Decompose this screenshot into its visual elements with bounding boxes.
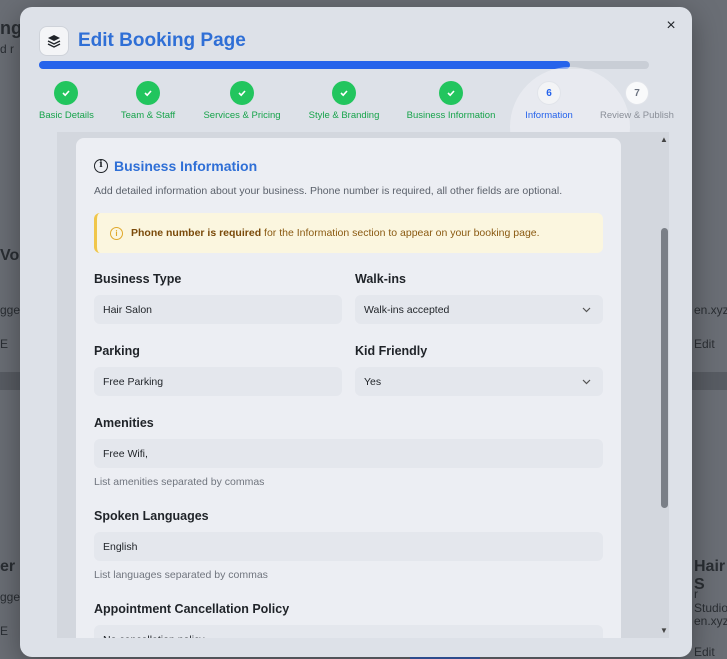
kid-friendly-label: Kid Friendly: [355, 344, 428, 358]
chevron-down-icon: [582, 377, 591, 387]
bg-card-url-fragment: en.xyz/: [694, 303, 727, 317]
warning-icon: i: [110, 226, 123, 240]
step-label: Review & Publish: [600, 110, 674, 121]
amenities-input[interactable]: Free Wifi,: [94, 439, 603, 468]
walk-ins-value: Walk-ins accepted: [364, 303, 450, 316]
step-services-pricing[interactable]: Services & Pricing: [203, 81, 281, 121]
cancellation-policy-input[interactable]: No cancellation policy: [94, 625, 603, 638]
walk-ins-label: Walk-ins: [355, 272, 406, 286]
parking-input[interactable]: Free Parking: [94, 367, 342, 396]
scroll-up-icon[interactable]: ▲: [660, 135, 668, 144]
business-information-card: i Business Information Add detailed info…: [76, 138, 621, 638]
check-icon: [230, 81, 254, 105]
spoken-languages-input[interactable]: English: [94, 532, 603, 561]
layers-icon: [39, 26, 69, 56]
bg-card-url-fragment: en.xyz/: [694, 614, 727, 628]
business-type-label: Business Type: [94, 272, 182, 286]
bg-card-title-fragment: er: [0, 558, 16, 575]
check-icon: [439, 81, 463, 105]
check-icon: [332, 81, 356, 105]
check-icon: [54, 81, 78, 105]
notice-rest: for the Information section to appear on…: [261, 227, 540, 239]
step-label: Services & Pricing: [203, 110, 281, 121]
section-title: i Business Information: [94, 158, 257, 174]
phone-required-notice: i Phone number is required for the Infor…: [94, 213, 603, 253]
modal-scroll-area[interactable]: i Business Information Add detailed info…: [57, 132, 669, 638]
walk-ins-select[interactable]: Walk-ins accepted: [355, 295, 603, 324]
close-icon[interactable]: ×: [662, 17, 680, 35]
scroll-thumb[interactable]: [661, 228, 668, 508]
step-style-branding[interactable]: Style & Branding: [308, 81, 380, 121]
modal-title: Edit Booking Page: [78, 30, 246, 51]
bg-card-url-fragment: gge: [0, 303, 21, 317]
notice-bold: Phone number is required: [131, 227, 262, 239]
info-icon: i: [94, 159, 108, 173]
bg-title-fragment: ng: [0, 18, 22, 38]
amenities-helper: List amenities separated by commas: [94, 476, 265, 488]
chevron-down-icon: [582, 305, 591, 315]
step-label: Business Information: [406, 110, 496, 121]
step-review-publish[interactable]: 7 Review & Publish: [600, 81, 674, 121]
spoken-languages-helper: List languages separated by commas: [94, 569, 268, 581]
bg-subtitle-fragment: d r: [0, 42, 15, 56]
cancellation-policy-label: Appointment Cancellation Policy: [94, 602, 290, 616]
step-label: Information: [525, 110, 573, 121]
scroll-down-icon[interactable]: ▼: [660, 626, 668, 635]
section-description: Add detailed information about your busi…: [94, 185, 563, 197]
bg-edit-link: Edit: [694, 645, 715, 659]
bg-edit-fragment: E: [0, 337, 9, 351]
stepper: Basic Details Team & Staff Services & Pr…: [20, 67, 692, 187]
progress-fill: [39, 61, 570, 69]
business-type-input[interactable]: Hair Salon: [94, 295, 342, 324]
kid-friendly-select[interactable]: Yes: [355, 367, 603, 396]
step-basic-details[interactable]: Basic Details: [39, 81, 94, 121]
spoken-languages-label: Spoken Languages: [94, 509, 209, 523]
parking-label: Parking: [94, 344, 140, 358]
scrollbar[interactable]: ▲ ▼: [657, 132, 671, 638]
edit-booking-modal: × Edit Booking Page Basic Details Team &…: [20, 7, 692, 657]
step-information[interactable]: 6 Information: [520, 81, 578, 121]
bg-card-url-fragment: gge: [0, 590, 21, 604]
step-team-staff[interactable]: Team & Staff: [120, 81, 176, 121]
amenities-label: Amenities: [94, 416, 154, 430]
step-number: 6: [537, 81, 561, 105]
check-icon: [136, 81, 160, 105]
step-business-information[interactable]: Business Information: [406, 81, 496, 121]
step-label: Basic Details: [39, 110, 94, 121]
bg-card-subtitle-fragment: r Studio: [694, 587, 727, 615]
step-number: 7: [625, 81, 649, 105]
section-title-text: Business Information: [114, 158, 258, 174]
kid-friendly-value: Yes: [364, 375, 382, 388]
bg-edit-link: Edit: [694, 337, 715, 351]
bg-edit-fragment: E: [0, 624, 9, 638]
step-label: Team & Staff: [120, 110, 176, 121]
notice-text: Phone number is required for the Informa…: [131, 227, 540, 239]
step-label: Style & Branding: [308, 110, 380, 121]
